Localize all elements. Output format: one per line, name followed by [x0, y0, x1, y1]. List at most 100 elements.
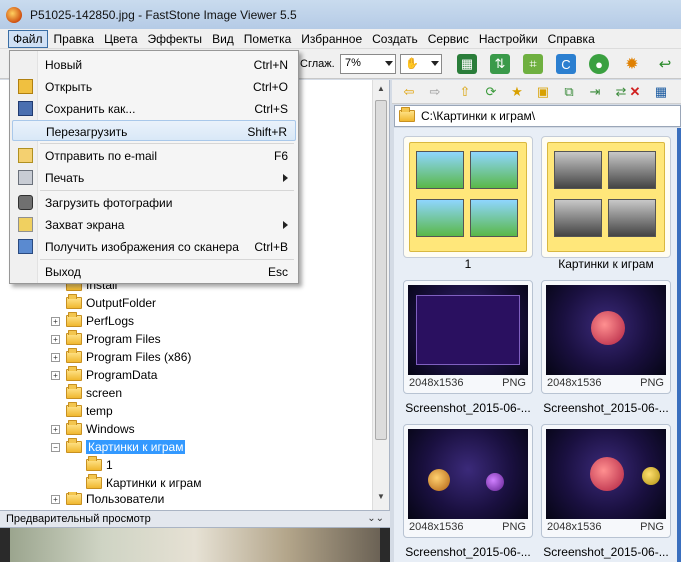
menu-item-exit[interactable]: Выход Esc [12, 261, 296, 282]
app-icon[interactable] [6, 6, 22, 23]
user-icon[interactable]: ● [589, 54, 609, 74]
expand-icon[interactable]: + [51, 494, 60, 504]
menu-tools[interactable]: Сервис [424, 31, 473, 47]
tree-item[interactable]: + PerfLogs [51, 312, 134, 330]
image-thumbnail[interactable]: 2048x1536 PNG [541, 280, 671, 394]
expand-icon[interactable]: + [51, 316, 60, 326]
expand-icon[interactable]: + [51, 370, 60, 380]
scroll-up-icon[interactable]: ▲ [375, 84, 387, 96]
menu-item-scanner[interactable]: Получить изображения со сканера Ctrl+B [12, 236, 296, 257]
folder-icon [86, 456, 102, 471]
thumbnail-scrollbar-edge[interactable] [677, 128, 681, 562]
up-folder-icon[interactable]: ⇧ [456, 83, 474, 101]
delete-icon[interactable]: ✕ [626, 83, 644, 101]
grid-view-icon[interactable]: ▦ [652, 83, 670, 101]
game-preview [554, 151, 602, 189]
folder-icon [399, 107, 415, 122]
menu-item-reload[interactable]: Перезагрузить Shift+R [12, 120, 296, 141]
email-icon [18, 148, 33, 163]
menu-item-import-photos[interactable]: Загрузить фотографии [12, 192, 296, 213]
expand-icon[interactable]: + [51, 334, 60, 344]
favorite-folder-icon[interactable]: ★ [508, 83, 526, 101]
exit-icon[interactable]: ↩ [655, 54, 675, 74]
menu-colors[interactable]: Цвета [100, 31, 141, 47]
folder-thumbnail[interactable] [541, 136, 671, 258]
camera-icon [18, 195, 33, 210]
thumbnail-caption: Картинки к играм [558, 257, 654, 271]
image-dimensions: 2048x1536 [409, 377, 464, 389]
path-bar[interactable]: C:\Картинки к играм\ [394, 105, 681, 127]
game-preview [608, 151, 656, 189]
collapse-icon[interactable]: − [51, 442, 60, 452]
menu-separator [40, 259, 294, 260]
scroll-thumb[interactable] [375, 100, 387, 440]
resize-icon[interactable]: ⇅ [490, 54, 510, 74]
tree-item[interactable]: 1 [86, 456, 113, 474]
pan-tool-select[interactable]: ✋ [400, 54, 442, 74]
game-preview [416, 199, 464, 237]
image-thumbnail[interactable]: 2048x1536 PNG [541, 424, 671, 538]
menu-item-print[interactable]: Печать [12, 167, 296, 188]
zoom-value: 7% [345, 57, 361, 69]
chevron-down-icon [385, 61, 393, 66]
thumbnail-caption: 1 [464, 257, 472, 271]
menu-file[interactable]: Файл [8, 29, 48, 48]
tree-scrollbar[interactable]: ▲ ▼ [372, 80, 389, 510]
tree-item[interactable]: + Windows [51, 420, 135, 438]
filmstrip-icon[interactable]: ▦ [457, 54, 477, 74]
refresh-icon[interactable]: ⟳ [482, 83, 500, 101]
menu-create[interactable]: Создать [368, 31, 422, 47]
tree-item[interactable]: + Program Files (x86) [51, 348, 191, 366]
screenshot-preview [546, 429, 666, 519]
image-format: PNG [640, 521, 664, 533]
forward-arrow-icon[interactable]: ⇨ [426, 83, 444, 101]
menu-view[interactable]: Вид [208, 31, 238, 47]
menu-separator [40, 190, 294, 191]
tree-item[interactable]: Картинки к играм [86, 474, 201, 492]
expand-icon[interactable]: + [51, 352, 60, 362]
menu-item-screen-capture[interactable]: Захват экрана [12, 214, 296, 235]
preview-header[interactable]: Предварительный просмотр ⌄⌄ [0, 510, 390, 528]
double-chevron-down-icon[interactable]: ⌄⌄ [367, 511, 384, 527]
menu-item-new[interactable]: Новый Ctrl+N [12, 54, 296, 75]
color-icon[interactable]: C [556, 54, 576, 74]
game-preview [416, 151, 464, 189]
tutorial-panel [416, 295, 520, 365]
settings-sun-icon[interactable]: ✹ [622, 54, 642, 74]
zoom-select[interactable]: 7% [340, 54, 396, 74]
tree-item[interactable]: temp [66, 402, 113, 420]
crop-icon[interactable]: ⌗ [523, 54, 543, 74]
menu-effects[interactable]: Эффекты [144, 31, 207, 47]
image-thumbnail[interactable]: 2048x1536 PNG [403, 424, 533, 538]
menu-item-open[interactable]: Открыть Ctrl+O [12, 76, 296, 97]
tree-item[interactable]: + Пользователи [51, 492, 164, 506]
move-to-icon[interactable]: ⇥ [586, 83, 604, 101]
thumbnail-caption: Screenshot_2015-06-... [543, 401, 669, 415]
menu-settings[interactable]: Настройки [475, 31, 542, 47]
menu-item-email[interactable]: Отправить по e-mail F6 [12, 145, 296, 166]
chevron-down-icon [431, 61, 439, 66]
thumbnail-caption: Screenshot_2015-06-... [405, 401, 531, 415]
folder-thumbnail[interactable] [403, 136, 533, 258]
back-arrow-icon[interactable]: ⇦ [400, 83, 418, 101]
tree-item[interactable]: + Program Files [51, 330, 161, 348]
menu-item-save-as[interactable]: Сохранить как... Ctrl+S [12, 98, 296, 119]
preview-area [0, 528, 390, 562]
tree-item-selected[interactable]: − Картинки к играм [51, 438, 186, 456]
menu-tag[interactable]: Пометка [240, 31, 296, 47]
menu-edit[interactable]: Правка [50, 31, 99, 47]
image-dimensions: 2048x1536 [409, 521, 464, 533]
image-thumbnail[interactable]: 2048x1536 PNG [403, 280, 533, 394]
submenu-arrow-icon [283, 174, 288, 182]
new-folder-icon[interactable]: ▣ [534, 83, 552, 101]
menu-help[interactable]: Справка [544, 31, 599, 47]
folder-icon [66, 294, 82, 309]
scroll-down-icon[interactable]: ▼ [375, 492, 387, 504]
tree-item[interactable]: + ProgramData [51, 366, 157, 384]
copy-to-icon[interactable]: ⧉ [560, 83, 578, 101]
browser-toolbar: ⇦ ⇨ ⇧ ⟳ ★ ▣ ⧉ ⇥ ⇄ ✕ ▦ [392, 80, 681, 104]
menu-favorites[interactable]: Избранное [297, 31, 366, 47]
tree-item[interactable]: screen [66, 384, 122, 402]
expand-icon[interactable]: + [51, 424, 60, 434]
tree-item[interactable]: OutputFolder [66, 294, 156, 312]
